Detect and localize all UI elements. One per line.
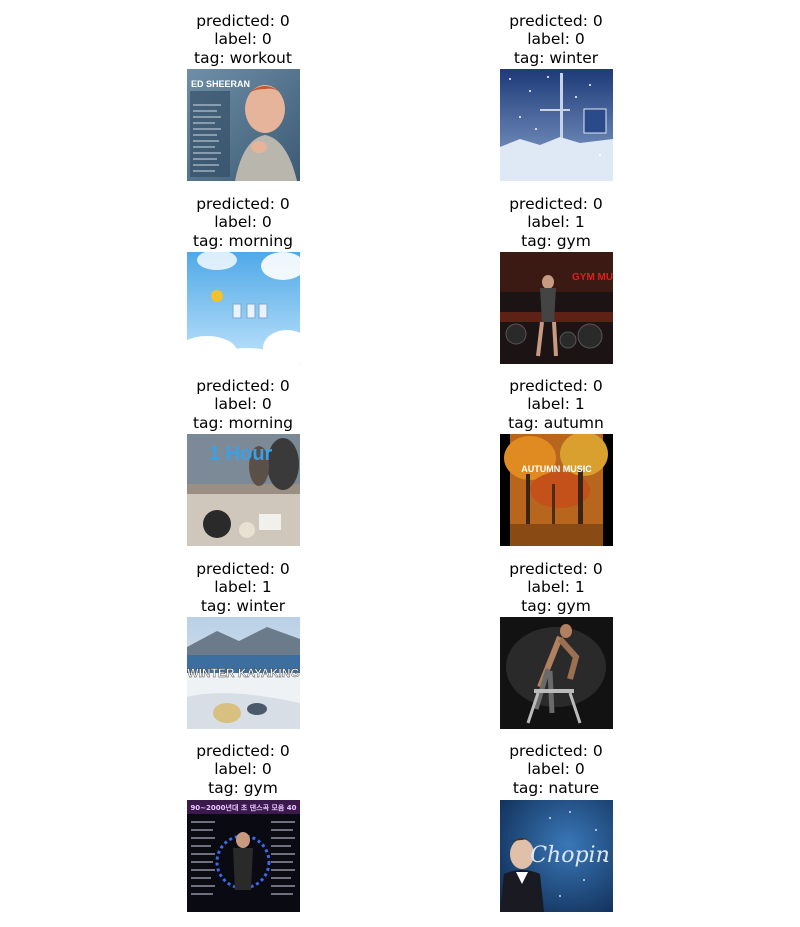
predicted-text: predicted: 0 xyxy=(196,195,290,213)
thumbnail-overlay-text: GYM MUSIC xyxy=(572,272,613,283)
label-text: label: 1 xyxy=(527,213,585,232)
grid-cell-3: predicted: 0 label: 0 tag: morning xyxy=(143,195,343,250)
tag-text: tag: nature xyxy=(512,778,600,797)
thumbnail-overlay-text: WINTER KAYAKING xyxy=(187,666,299,680)
predicted-text: predicted: 0 xyxy=(196,560,290,578)
label-text: label: 1 xyxy=(214,578,272,597)
tag-text: tag: gym xyxy=(521,596,591,615)
label-text: label: 0 xyxy=(214,30,272,49)
thumbnail-image-6: AUTUMN MUSIC xyxy=(500,434,613,546)
thumbnail-overlay-text: 90~2000년대 초 댄스곡 모음 40 xyxy=(190,803,296,812)
tag-text: tag: winter xyxy=(513,48,599,67)
label-text: label: 0 xyxy=(527,760,585,779)
thumbnail-overlay-text: AUTUMN MUSIC xyxy=(521,464,592,474)
grid-cell-5: predicted: 0 label: 0 tag: morning xyxy=(143,377,343,432)
label-text: label: 0 xyxy=(527,30,585,49)
label-text: label: 1 xyxy=(527,578,585,597)
grid-cell-9: predicted: 0 label: 0 tag: gym xyxy=(143,742,343,797)
thumbnail-image-7: WINTER KAYAKING xyxy=(187,617,300,729)
tag-text: tag: gym xyxy=(208,778,278,797)
predicted-text: predicted: 0 xyxy=(509,560,603,578)
predicted-text: predicted: 0 xyxy=(509,12,603,30)
thumbnail-image-3 xyxy=(187,252,300,364)
grid-cell-4: predicted: 0 label: 1 tag: gym xyxy=(456,195,656,250)
predicted-text: predicted: 0 xyxy=(196,742,290,760)
grid-cell-1: predicted: 0 label: 0 tag: workout xyxy=(143,12,343,67)
thumbnail-overlay-text: ED SHEERAN xyxy=(191,79,250,89)
tag-text: tag: winter xyxy=(200,596,286,615)
thumbnail-image-2 xyxy=(500,69,613,181)
label-text: label: 0 xyxy=(214,760,272,779)
thumbnail-image-8 xyxy=(500,617,613,729)
grid-cell-7: predicted: 0 label: 1 tag: winter xyxy=(143,560,343,615)
grid-cell-10: predicted: 0 label: 0 tag: nature xyxy=(456,742,656,797)
tag-text: tag: autumn xyxy=(508,413,604,432)
thumbnail-overlay-text: 1 Hour xyxy=(209,443,273,465)
tag-text: tag: morning xyxy=(192,413,294,432)
thumbnail-overlay-text: Chopin xyxy=(530,843,610,868)
tag-text: tag: workout xyxy=(194,48,292,67)
label-text: label: 1 xyxy=(527,395,585,414)
grid-cell-6: predicted: 0 label: 1 tag: autumn xyxy=(456,377,656,432)
predicted-text: predicted: 0 xyxy=(196,377,290,395)
predicted-text: predicted: 0 xyxy=(509,195,603,213)
predicted-text: predicted: 0 xyxy=(509,377,603,395)
thumbnail-image-9: 90~2000년대 초 댄스곡 모음 40 xyxy=(187,800,300,912)
grid-cell-2: predicted: 0 label: 0 tag: winter xyxy=(456,12,656,67)
thumbnail-image-10: Chopin xyxy=(500,800,613,912)
thumbnail-image-1: ED SHEERAN xyxy=(187,69,300,181)
label-text: label: 0 xyxy=(214,213,272,232)
tag-text: tag: gym xyxy=(521,231,591,250)
grid-cell-8: predicted: 0 label: 1 tag: gym xyxy=(456,560,656,615)
predicted-text: predicted: 0 xyxy=(196,12,290,30)
thumbnail-image-5: 1 Hour xyxy=(187,434,300,546)
predicted-text: predicted: 0 xyxy=(509,742,603,760)
thumbnail-image-4: GYM MUSIC xyxy=(500,252,613,364)
label-text: label: 0 xyxy=(214,395,272,414)
tag-text: tag: morning xyxy=(192,231,294,250)
